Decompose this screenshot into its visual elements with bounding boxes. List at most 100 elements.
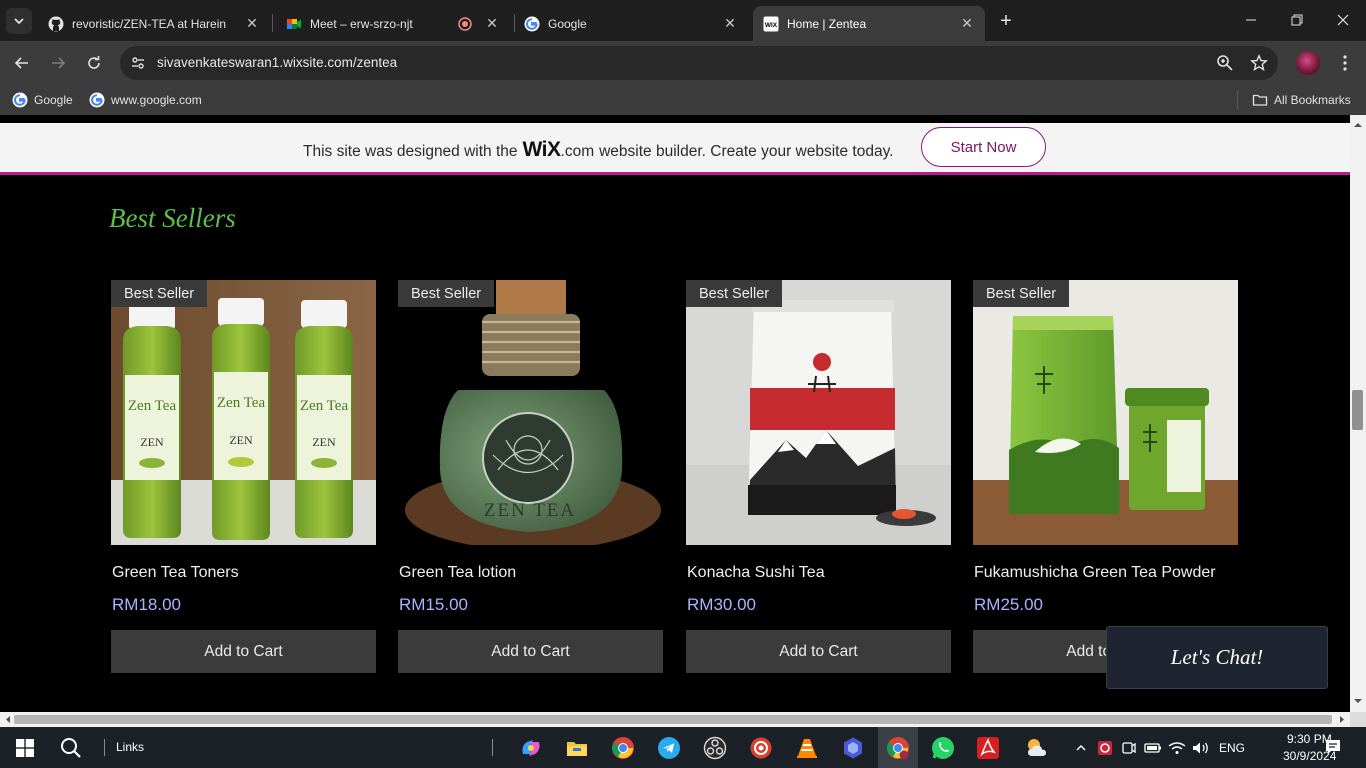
page-viewport: This site was designed with the WiX .com… xyxy=(0,115,1350,712)
scroll-left-icon[interactable] xyxy=(2,712,14,727)
product-card-konacha-sushi-tea[interactable]: Best Seller Konacha Sushi Tea RM30.00 Ad… xyxy=(686,280,951,673)
acrobat-icon[interactable] xyxy=(975,735,1001,761)
bookmark-google-com[interactable]: www.google.com xyxy=(89,91,202,109)
battery-icon[interactable] xyxy=(1144,739,1162,757)
browser-menu-button[interactable] xyxy=(1333,49,1357,77)
notifications-icon[interactable] xyxy=(1324,738,1342,756)
file-explorer-icon[interactable] xyxy=(564,735,590,761)
product-name[interactable]: Fukamushicha Green Tea Powder xyxy=(974,564,1216,582)
konacha-tea-pouch-image xyxy=(686,280,951,545)
minimize-button[interactable] xyxy=(1228,0,1274,40)
telegram-icon[interactable] xyxy=(656,735,682,761)
wix-banner-text-after: website builder. Create your website tod… xyxy=(599,143,894,160)
product-name[interactable]: Green Tea Toners xyxy=(112,564,239,582)
url-text[interactable]: sivavenkateswaran1.wixsite.com/zentea xyxy=(157,55,397,70)
product-card-green-tea-lotion[interactable]: Best Seller ZEN TEA Green Tea lotion RM1… xyxy=(398,280,663,673)
tab-google[interactable]: Google ✕ xyxy=(514,6,748,41)
close-icon[interactable]: ✕ xyxy=(959,15,975,32)
tab-github[interactable]: revoristic/ZEN-TEA at Harein ✕ xyxy=(38,6,270,41)
obs-studio-icon[interactable] xyxy=(702,735,728,761)
weather-icon[interactable] xyxy=(1024,735,1050,761)
green-tea-powder-package-image xyxy=(973,280,1238,545)
bottle-label-text: Zen Tea xyxy=(300,398,349,414)
horizontal-scrollbar[interactable] xyxy=(0,712,1350,727)
tab-meet[interactable]: Meet – erw-srzo-njt ✕ xyxy=(276,6,510,41)
reload-button[interactable] xyxy=(80,49,108,77)
show-hidden-icons-icon[interactable] xyxy=(1072,739,1090,757)
product-price: RM15.00 xyxy=(399,595,468,614)
close-window-button[interactable] xyxy=(1320,0,1366,40)
svg-text:WIX: WIX xyxy=(765,22,778,29)
chevron-down-icon xyxy=(14,18,24,25)
site-info-icon[interactable] xyxy=(128,53,148,73)
add-to-cart-button[interactable]: Add to Cart xyxy=(398,630,663,673)
product-image[interactable]: Best Seller xyxy=(686,280,951,545)
add-to-cart-button[interactable]: Add to Cart xyxy=(686,630,951,673)
tab-zentea-active[interactable]: WIX Home | Zentea ✕ xyxy=(753,6,985,41)
scroll-right-icon[interactable] xyxy=(1336,712,1348,727)
back-button[interactable] xyxy=(8,49,36,77)
language-indicator[interactable]: ENG xyxy=(1219,741,1245,755)
close-icon[interactable]: ✕ xyxy=(484,15,500,32)
bookmarks-divider xyxy=(1237,91,1238,109)
product-image[interactable]: Best Seller xyxy=(398,280,663,545)
vlc-icon[interactable] xyxy=(794,735,820,761)
camera-tray-icon[interactable] xyxy=(1120,739,1138,757)
start-now-button[interactable]: Start Now xyxy=(921,127,1046,167)
windows-start-icon[interactable] xyxy=(12,735,38,761)
product-card-green-tea-toners[interactable]: Best Seller Zen Tea ZEN Zen Tea ZEN Zen … xyxy=(111,280,376,673)
chrome-active-icon[interactable] xyxy=(885,735,911,761)
wifi-icon[interactable] xyxy=(1168,739,1186,757)
wix-logo: WiX xyxy=(522,138,561,161)
app-hexagon-icon[interactable] xyxy=(840,735,866,761)
close-icon[interactable]: ✕ xyxy=(244,15,260,32)
product-card-fukamushicha-green-tea-powder[interactable]: Best Seller Fukamushicha Green Tea Powde… xyxy=(973,280,1238,673)
search-icon[interactable] xyxy=(58,735,84,761)
bookmark-google[interactable]: Google xyxy=(12,91,73,109)
close-icon[interactable]: ✕ xyxy=(722,15,738,32)
whatsapp-icon[interactable] xyxy=(930,735,956,761)
profile-avatar[interactable] xyxy=(1296,51,1320,75)
new-tab-button[interactable]: + xyxy=(994,10,1018,34)
wix-icon: WIX xyxy=(763,16,779,31)
forward-button[interactable] xyxy=(44,49,72,77)
green-tea-toner-bottles-image: Zen Tea ZEN Zen Tea ZEN Zen Tea ZEN xyxy=(111,280,376,545)
volume-icon[interactable] xyxy=(1192,739,1210,757)
browser-toolbar: sivavenkateswaran1.wixsite.com/zentea xyxy=(0,41,1366,85)
product-price: RM25.00 xyxy=(974,595,1043,614)
browser-tab-strip: revoristic/ZEN-TEA at Harein ✕ Meet – er… xyxy=(0,0,1366,41)
scroll-down-icon[interactable] xyxy=(1350,695,1366,707)
address-bar[interactable]: sivavenkateswaran1.wixsite.com/zentea xyxy=(120,46,1278,80)
chrome-icon[interactable] xyxy=(610,735,636,761)
all-bookmarks-button[interactable]: All Bookmarks xyxy=(1252,91,1351,109)
screen-recorder-icon[interactable] xyxy=(748,735,774,761)
product-image[interactable]: Best Seller Zen Tea ZEN Zen Tea ZEN Zen … xyxy=(111,280,376,545)
bottle-sub-label: ZEN xyxy=(312,435,336,449)
bookmark-label: www.google.com xyxy=(111,93,202,107)
bottle-label-text: Zen Tea xyxy=(217,395,266,411)
lets-chat-button[interactable]: Let's Chat! xyxy=(1106,626,1328,689)
vertical-scrollbar[interactable] xyxy=(1350,115,1366,712)
vertical-scroll-thumb[interactable] xyxy=(1352,390,1363,430)
zoom-icon[interactable] xyxy=(1216,54,1234,77)
product-name[interactable]: Konacha Sushi Tea xyxy=(687,564,825,582)
tab-search-button[interactable] xyxy=(6,8,32,34)
bookmark-star-icon[interactable] xyxy=(1250,54,1268,77)
product-name[interactable]: Green Tea lotion xyxy=(399,564,516,582)
product-image[interactable]: Best Seller xyxy=(973,280,1238,545)
best-seller-badge: Best Seller xyxy=(686,280,783,307)
scrollbar-corner xyxy=(1350,712,1366,727)
add-to-cart-button[interactable]: Add to Cart xyxy=(111,630,376,673)
tab-title: Home | Zentea xyxy=(787,16,867,31)
wix-banner-text-before: This site was designed with the xyxy=(303,143,518,160)
restore-button[interactable] xyxy=(1274,0,1320,40)
horizontal-scroll-thumb[interactable] xyxy=(14,715,1332,724)
scroll-up-icon[interactable] xyxy=(1350,119,1366,131)
security-tray-icon[interactable] xyxy=(1096,739,1114,757)
tab-title: Google xyxy=(548,16,587,31)
taskbar-links-toolbar[interactable]: Links xyxy=(116,740,144,754)
copilot-icon[interactable] xyxy=(518,735,544,761)
google-icon xyxy=(524,16,540,31)
recording-icon xyxy=(458,16,472,31)
wix-promo-banner: This site was designed with the WiX .com… xyxy=(0,123,1350,175)
